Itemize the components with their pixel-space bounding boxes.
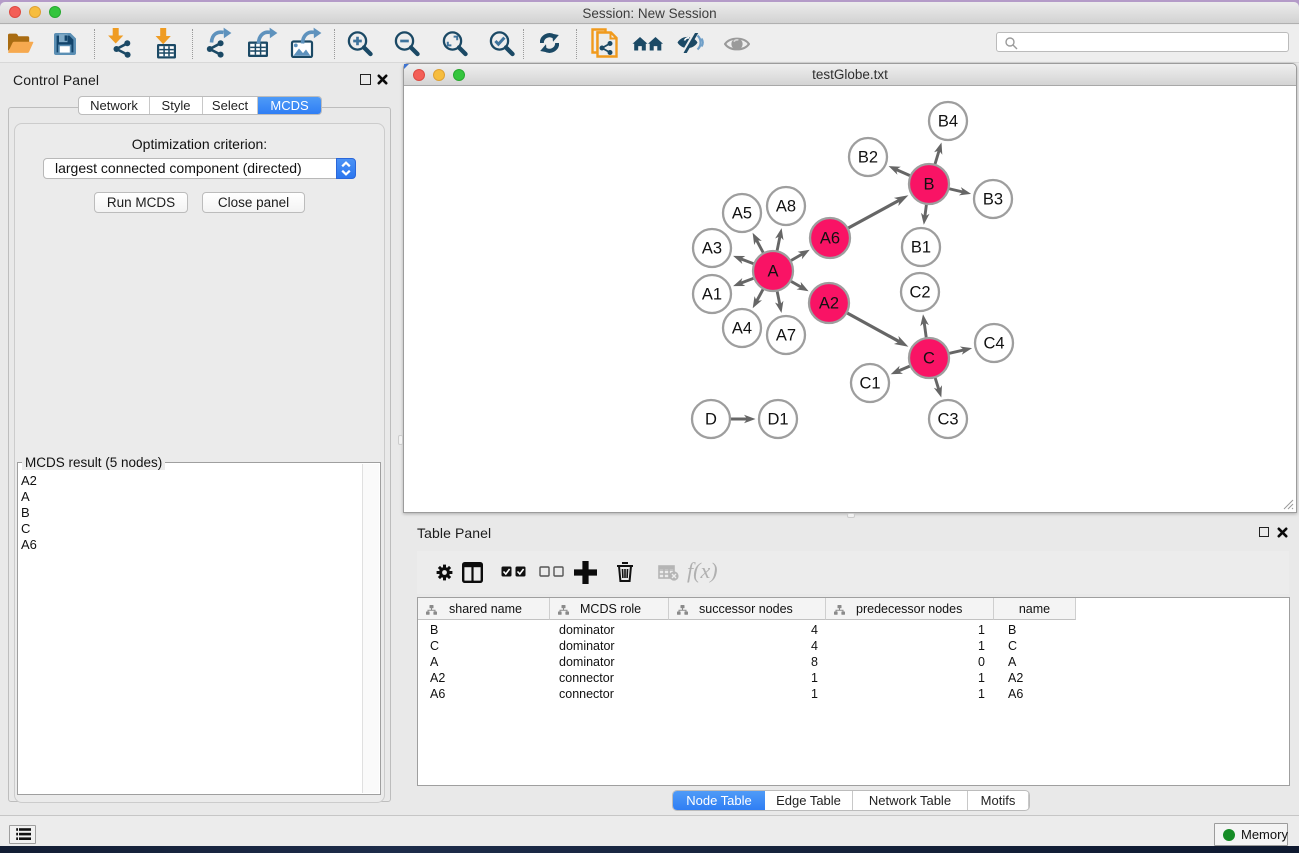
svg-text:A5: A5: [732, 205, 752, 223]
svg-text:A3: A3: [702, 240, 722, 258]
svg-text:C: C: [923, 350, 935, 368]
svg-text:B1: B1: [911, 239, 931, 257]
svg-text:A6: A6: [820, 230, 840, 248]
svg-text:A4: A4: [732, 320, 752, 338]
svg-text:B: B: [923, 176, 934, 194]
svg-text:A: A: [767, 263, 778, 281]
svg-text:A8: A8: [776, 198, 796, 216]
svg-text:B3: B3: [983, 191, 1003, 209]
svg-text:A2: A2: [819, 295, 839, 313]
svg-text:C4: C4: [983, 335, 1004, 353]
svg-text:B4: B4: [938, 113, 958, 131]
svg-text:C1: C1: [859, 375, 880, 393]
svg-text:C3: C3: [937, 411, 958, 429]
svg-text:B2: B2: [858, 149, 878, 167]
svg-text:C2: C2: [909, 284, 930, 302]
svg-text:A7: A7: [776, 327, 796, 345]
svg-text:D1: D1: [767, 411, 788, 429]
svg-text:D: D: [705, 411, 717, 429]
svg-text:A1: A1: [702, 286, 722, 304]
